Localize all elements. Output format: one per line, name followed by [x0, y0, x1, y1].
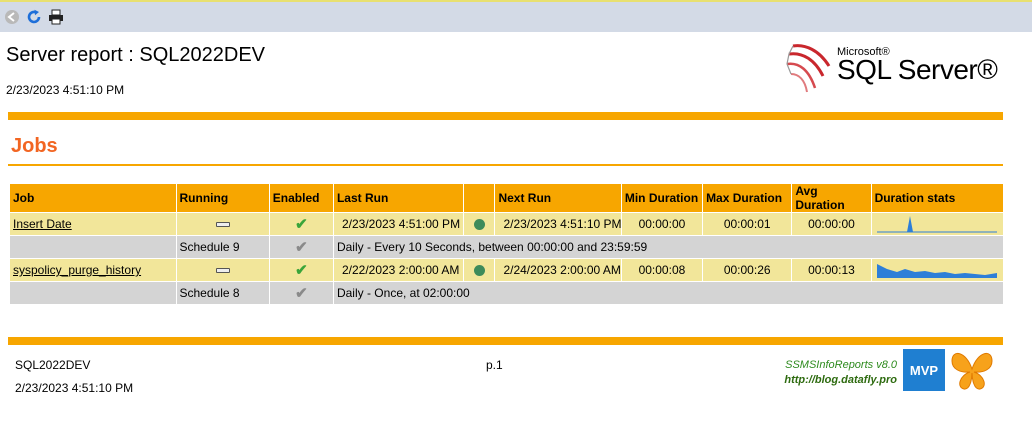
schedule-enabled-cell: ✔ [268, 281, 334, 305]
mvp-badge-icon: MVP [903, 349, 945, 391]
next-run-cell: 2/23/2023 4:51:10 PM [494, 212, 622, 236]
schedule-name-cell: Schedule 9 [175, 235, 270, 259]
schedule-row: Schedule 9 ✔ Daily - Every 10 Seconds, b… [9, 235, 1005, 259]
not-running-icon [215, 268, 230, 274]
schedule-name-cell: Schedule 8 [175, 281, 270, 305]
footer-divider [8, 337, 1003, 345]
enabled-cell: ✔ [268, 212, 334, 236]
duration-stats-cell [870, 212, 1005, 236]
refresh-icon[interactable] [26, 9, 42, 25]
page-number: p.1 [486, 358, 503, 372]
duration-sparkline [876, 264, 997, 278]
footer-server-name: SQL2022DEV [15, 358, 91, 372]
checkmark-icon: ✔ [295, 239, 308, 256]
sql-server-logo: Microsoft® SQL Server® [783, 40, 998, 96]
duration-sparkline [876, 216, 997, 233]
table-header-row: Job Running Enabled Last Run Next Run Mi… [9, 183, 1005, 213]
duration-stats-cell [870, 258, 1005, 282]
jobs-table: Job Running Enabled Last Run Next Run Mi… [9, 183, 1005, 305]
next-run-cell: 2/24/2023 2:00:00 AM [494, 258, 622, 282]
footer-date: 2/23/2023 4:51:10 PM [15, 381, 134, 395]
avg-duration-cell: 00:00:00 [791, 212, 872, 236]
job-name-cell: Insert Date [9, 212, 177, 236]
back-arrow-icon[interactable] [4, 9, 20, 25]
col-header-running: Running [175, 183, 270, 213]
table-row: syspolicy_purge_history ✔ 2/22/2023 2:00… [9, 258, 1005, 282]
col-header-enabled: Enabled [268, 183, 334, 213]
status-cell [463, 212, 496, 236]
section-title: Jobs [11, 135, 58, 157]
col-header-job: Job [9, 183, 177, 213]
footer-brand: SSMSInfoReports v8.0 [785, 359, 897, 371]
table-row: Insert Date ✔ 2/23/2023 4:51:00 PM 2/23/… [9, 212, 1005, 236]
checkmark-icon: ✔ [295, 262, 308, 279]
job-link[interactable]: syspolicy_purge_history [13, 263, 141, 277]
last-run-cell: 2/22/2023 2:00:00 AM [332, 258, 465, 282]
section-rule [8, 164, 1003, 166]
status-cell [463, 258, 496, 282]
avg-duration-cell: 00:00:13 [791, 258, 872, 282]
success-status-icon [473, 265, 485, 277]
job-name-cell: syspolicy_purge_history [9, 258, 177, 282]
report-toolbar [0, 0, 1032, 32]
col-header-last-run: Last Run [332, 183, 465, 213]
col-header-duration-stats: Duration stats [870, 183, 1005, 213]
checkmark-icon: ✔ [295, 285, 308, 302]
running-cell [175, 212, 270, 236]
max-duration-cell: 00:00:26 [702, 258, 793, 282]
col-header-avg-duration: Avg Duration [791, 183, 872, 213]
enabled-cell: ✔ [268, 258, 334, 282]
col-header-status [463, 183, 496, 213]
min-duration-cell: 00:00:00 [620, 212, 704, 236]
max-duration-cell: 00:00:01 [702, 212, 793, 236]
checkmark-icon: ✔ [295, 216, 308, 233]
min-duration-cell: 00:00:08 [620, 258, 704, 282]
schedule-description-cell: Daily - Every 10 Seconds, between 00:00:… [332, 235, 1005, 259]
butterfly-logo-icon [951, 353, 993, 390]
col-header-max-duration: Max Duration [702, 183, 793, 213]
schedule-description-cell: Daily - Once, at 02:00:00 [332, 281, 1005, 305]
schedule-enabled-cell: ✔ [268, 235, 334, 259]
schedule-row: Schedule 8 ✔ Daily - Once, at 02:00:00 [9, 281, 1005, 305]
report-date: 2/23/2023 4:51:10 PM [6, 83, 125, 97]
job-link[interactable]: Insert Date [13, 217, 72, 231]
page-title: Server report : SQL2022DEV [6, 44, 266, 66]
col-header-next-run: Next Run [494, 183, 622, 213]
not-running-icon [215, 222, 230, 228]
col-header-min-duration: Min Duration [620, 183, 704, 213]
mvp-label: MVP [909, 362, 939, 378]
sql-server-icon [786, 44, 831, 93]
logo-product-text: SQL Server® [837, 54, 998, 85]
header-divider [8, 112, 1003, 120]
success-status-icon [473, 219, 485, 231]
last-run-cell: 2/23/2023 4:51:00 PM [332, 212, 465, 236]
running-cell [175, 258, 270, 282]
footer-url: http://blog.datafly.pro [784, 374, 897, 386]
printer-icon[interactable] [48, 9, 64, 25]
